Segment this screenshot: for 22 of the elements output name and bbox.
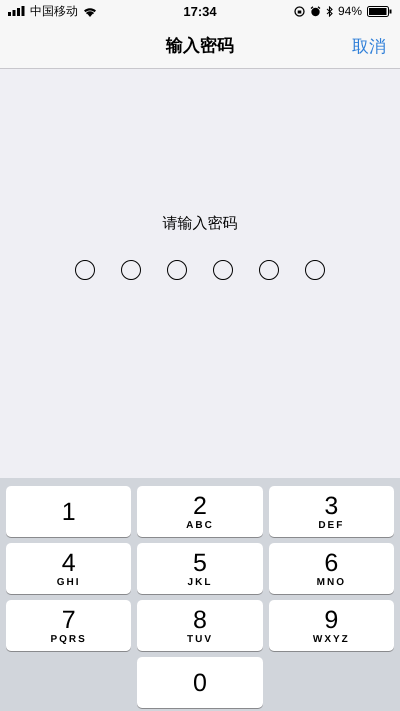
clock-time: 17:34: [183, 4, 217, 18]
keypad-key[interactable]: 6 MNO: [268, 543, 394, 594]
keypad-key[interactable]: 1: [6, 486, 132, 537]
carrier-name: 中国移动: [30, 2, 78, 20]
screen-title: 输入密码: [166, 34, 234, 56]
passcode-prompt: 请输入密码: [162, 214, 238, 233]
wifi-icon: [83, 6, 97, 16]
keypad-key[interactable]: 7 PQRS: [6, 600, 132, 651]
keypad-key[interactable]: 9 WXYZ: [268, 600, 394, 651]
keypad-key[interactable]: 4 GHI: [6, 543, 132, 594]
keypad-key[interactable]: 8 TUV: [137, 600, 263, 651]
keypad-key[interactable]: 3 DEF: [268, 486, 394, 537]
keypad-key[interactable]: 2 ABC: [137, 486, 263, 537]
battery-icon: [367, 6, 392, 16]
cancel-button[interactable]: 取消: [352, 35, 386, 58]
keypad-key[interactable]: 0: [137, 657, 263, 708]
bluetooth-icon: [326, 6, 333, 16]
alarm-clock-icon: [310, 6, 321, 16]
keypad-key[interactable]: 5 JKL: [137, 543, 263, 594]
rotation-lock-icon: [294, 6, 305, 16]
signal-icon: [8, 6, 25, 16]
battery-percentage: 94%: [338, 4, 362, 18]
